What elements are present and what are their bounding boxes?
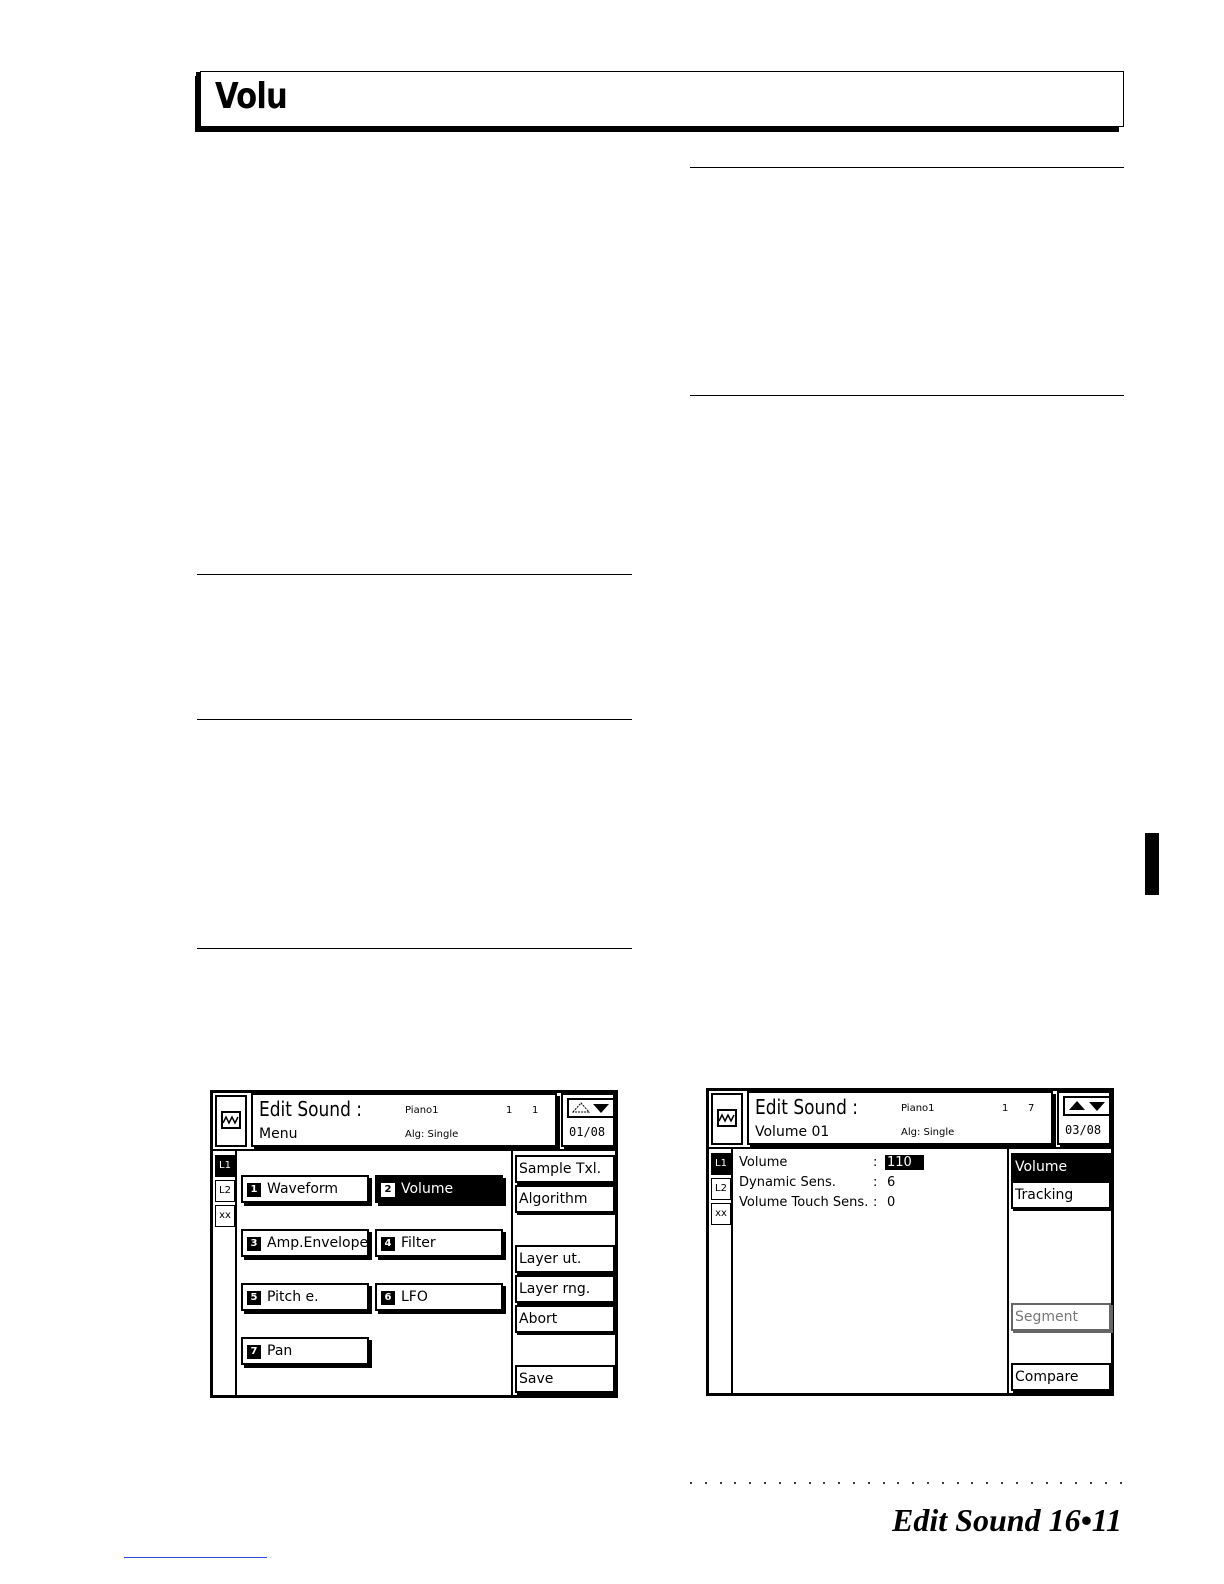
volume-tab-button[interactable]: Volume <box>1011 1153 1111 1181</box>
algorithm-label: Alg: Single <box>901 1127 955 1138</box>
algorithm-button[interactable]: Algorithm <box>515 1185 615 1213</box>
menu-button-amp-envelope[interactable]: 3 Amp.Envelope <box>241 1229 369 1257</box>
divider-rule <box>690 395 1124 396</box>
menu-button-pan[interactable]: 7 Pan <box>241 1337 369 1365</box>
section-title: Volu <box>215 76 288 117</box>
header-separator <box>709 1147 1111 1149</box>
param-separator: : <box>873 1195 878 1210</box>
param-value-dynamic-sens[interactable]: 6 <box>887 1175 895 1190</box>
layer-tab-l2[interactable]: L2 <box>215 1180 235 1202</box>
menu-button-waveform[interactable]: 1 Waveform <box>241 1175 369 1203</box>
sound-edit-icon <box>215 1095 247 1147</box>
divider-rule <box>197 948 632 949</box>
param-value-volume[interactable]: 110 <box>885 1155 924 1170</box>
save-button[interactable]: Save <box>515 1365 615 1393</box>
algorithm-label: Alg: Single <box>405 1129 459 1140</box>
sound-name: Piano1 <box>901 1103 935 1114</box>
abort-button[interactable]: Abort <box>515 1305 615 1333</box>
layer-tab-xx[interactable]: xx <box>711 1203 731 1225</box>
param-label-volume-touch-sens: Volume Touch Sens. <box>739 1195 869 1210</box>
screen-header: Edit Sound : Volume 01 Piano1 Alg: Singl… <box>747 1091 1053 1145</box>
side-column-border <box>1007 1149 1009 1393</box>
sound-edit-icon <box>711 1093 743 1145</box>
segment-button[interactable]: Segment <box>1011 1303 1111 1331</box>
page-navigator[interactable]: 01/08 <box>561 1093 615 1147</box>
divider-rule <box>197 719 632 720</box>
header-value-a: 1 <box>506 1105 513 1116</box>
layer-range-button[interactable]: Layer rng. <box>515 1275 615 1303</box>
param-separator: : <box>873 1155 878 1170</box>
menu-button-lfo[interactable]: 6 LFO <box>375 1283 503 1311</box>
divider-rule <box>690 167 1124 168</box>
footer-link-underline[interactable] <box>124 1557 267 1558</box>
page-indicator: 03/08 <box>1065 1123 1102 1137</box>
section-title-bar: Volu <box>196 71 1124 128</box>
layer-tab-l2[interactable]: L2 <box>711 1178 731 1200</box>
header-value-b: 7 <box>1028 1103 1035 1114</box>
footer-dot-leader <box>690 1482 1122 1488</box>
menu-button-volume[interactable]: 2 Volume <box>375 1175 503 1203</box>
header-subtitle: Menu <box>259 1126 298 1142</box>
page-navigator[interactable]: 03/08 <box>1057 1091 1111 1145</box>
param-value-volume-touch-sens[interactable]: 0 <box>887 1195 895 1210</box>
layer-tab-l1[interactable]: L1 <box>711 1153 731 1175</box>
screen-header: Edit Sound : Menu Piano1 Alg: Single 1 1 <box>251 1093 557 1147</box>
header-separator <box>213 1149 615 1151</box>
page-footer: Edit Sound 16•11 <box>892 1502 1122 1538</box>
param-label-volume: Volume <box>739 1155 788 1170</box>
tracking-tab-button[interactable]: Tracking <box>1011 1181 1111 1209</box>
side-column-border <box>511 1151 513 1395</box>
param-separator: : <box>873 1175 878 1190</box>
page-arrows-icon[interactable] <box>567 1098 615 1118</box>
layer-column-border <box>235 1151 237 1395</box>
header-value-b: 1 <box>532 1105 539 1116</box>
menu-button-filter[interactable]: 4 Filter <box>375 1229 503 1257</box>
param-label-dynamic-sens: Dynamic Sens. <box>739 1175 836 1190</box>
chapter-thumb-tab <box>1145 833 1159 895</box>
page-indicator: 01/08 <box>569 1125 606 1139</box>
header-subtitle: Volume 01 <box>755 1124 830 1140</box>
title-accent <box>196 72 201 128</box>
page-arrows-icon[interactable] <box>1063 1096 1111 1116</box>
header-title: Edit Sound : <box>259 1097 362 1121</box>
layer-tab-l1[interactable]: L1 <box>215 1155 235 1177</box>
lcd-screen-volume: Edit Sound : Volume 01 Piano1 Alg: Singl… <box>706 1088 1114 1396</box>
header-title: Edit Sound : <box>755 1095 858 1119</box>
menu-button-pitch-envelope[interactable]: 5 Pitch e. <box>241 1283 369 1311</box>
layer-util-button[interactable]: Layer ut. <box>515 1245 615 1273</box>
layer-tab-xx[interactable]: xx <box>215 1205 235 1227</box>
sound-name: Piano1 <box>405 1105 439 1116</box>
compare-button[interactable]: Compare <box>1011 1363 1111 1391</box>
layer-column-border <box>731 1149 733 1393</box>
divider-rule <box>197 574 632 575</box>
sample-txl-button[interactable]: Sample Txl. <box>515 1155 615 1183</box>
lcd-screen-menu: Edit Sound : Menu Piano1 Alg: Single 1 1… <box>210 1090 618 1398</box>
header-value-a: 1 <box>1002 1103 1009 1114</box>
